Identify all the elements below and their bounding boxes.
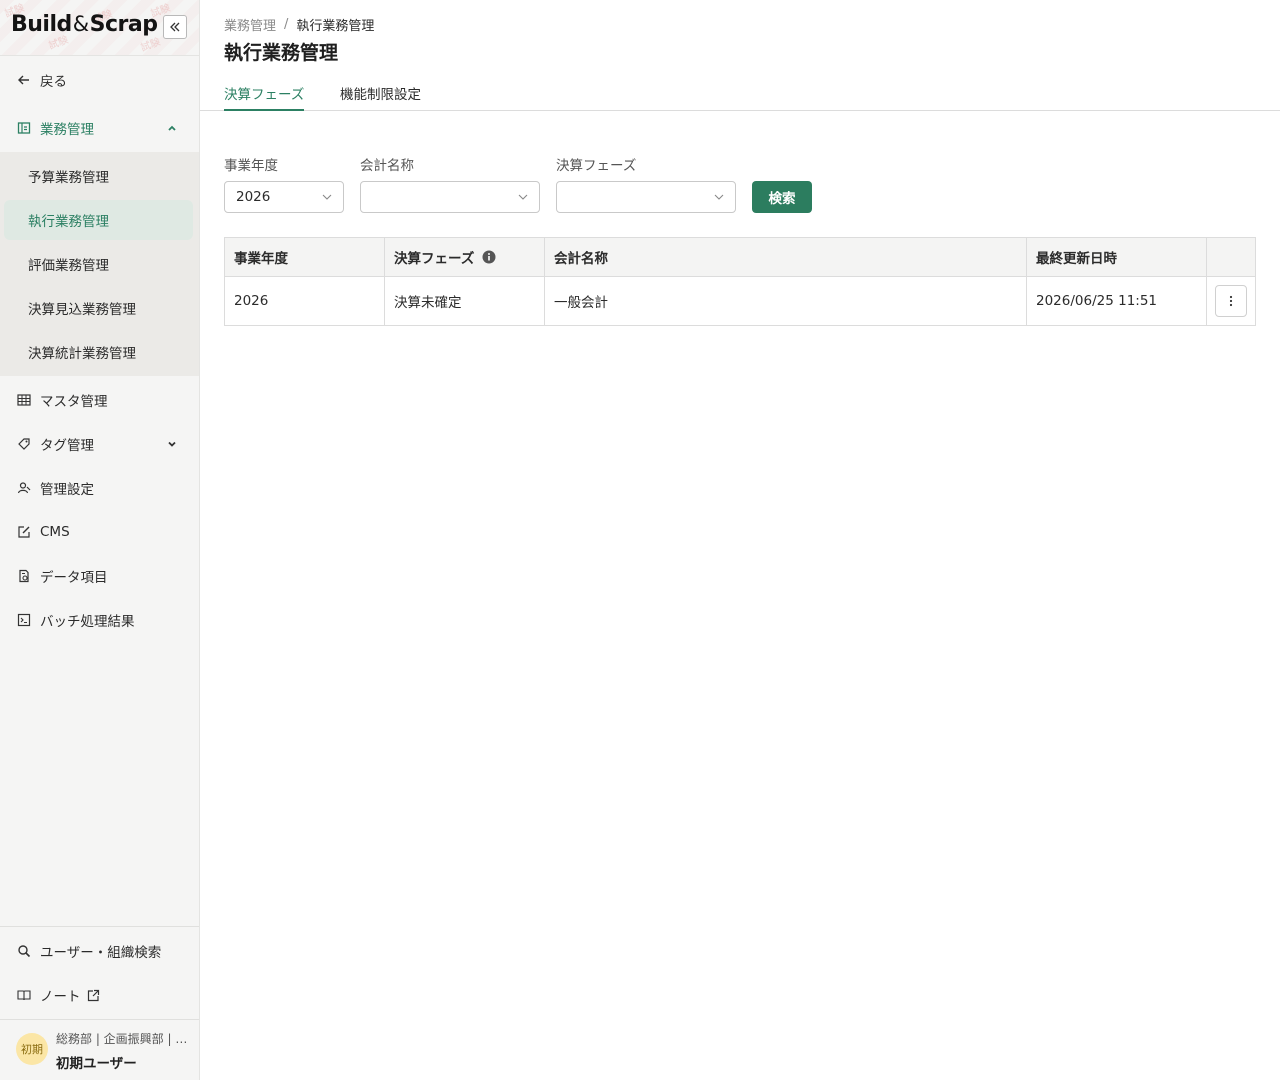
breadcrumb-separator: / (284, 17, 289, 32)
sidebar-group-master[interactable]: マスタ管理 (0, 378, 199, 422)
collapse-sidebar-button[interactable] (163, 15, 187, 39)
sidebar-group-label: データ項目 (40, 570, 108, 586)
data-item-icon (16, 568, 32, 584)
header-actions (1207, 238, 1255, 276)
header-settlement-phase: 決算フェーズ (385, 238, 545, 276)
tab-bar: 決算フェーズ 機能制限設定 (200, 76, 1280, 111)
terminal-icon (16, 612, 32, 628)
brand-header: 試験 試験 試験 試験 試験 Build&Scrap (0, 0, 199, 56)
chevron-down-icon (164, 436, 180, 452)
user-profile[interactable]: 初期 総務部 | 企画振興部 | … 初期ユーザー (0, 1019, 199, 1080)
sidebar-group-label: 管理設定 (40, 482, 94, 498)
sidebar-item-label: 評価業務管理 (28, 258, 109, 274)
search-icon (16, 943, 32, 959)
sidebar-item-label: 予算業務管理 (28, 170, 109, 186)
edit-icon (16, 524, 32, 540)
cell-settlement-phase: 決算未確定 (385, 277, 545, 325)
user-organization: 総務部 | 企画振興部 | … (56, 1032, 188, 1046)
calendar-list-icon (16, 120, 32, 136)
header-fiscal-year: 事業年度 (225, 238, 385, 276)
header-last-updated: 最終更新日時 (1027, 238, 1207, 276)
info-icon[interactable] (482, 250, 496, 264)
sidebar-subnav: 予算業務管理 執行業務管理 評価業務管理 決算見込業務管理 決算統計業務管理 (0, 152, 199, 376)
table-row: 2026 決算未確定 一般会計 2026/06/25 11:51 (225, 277, 1255, 325)
external-link-icon (87, 989, 100, 1002)
cell-last-updated: 2026/06/25 11:51 (1027, 277, 1207, 325)
sidebar-group-label: マスタ管理 (40, 394, 108, 410)
sidebar-group-data-items[interactable]: データ項目 (0, 554, 199, 598)
sidebar-item-settlement-forecast[interactable]: 決算見込業務管理 (4, 288, 193, 328)
sidebar-item-budget[interactable]: 予算業務管理 (4, 156, 193, 196)
sidebar-item-evaluation[interactable]: 評価業務管理 (4, 244, 193, 284)
account-name-label: 会計名称 (360, 158, 414, 174)
results-table: 事業年度 決算フェーズ 会計名称 最終更新日時 2026 決算未確定 一般会計 … (224, 237, 1256, 326)
fiscal-year-label: 事業年度 (224, 158, 278, 174)
search-button[interactable]: 検索 (752, 181, 812, 213)
notes-link[interactable]: ノート (0, 973, 199, 1017)
tab-function-restriction[interactable]: 機能制限設定 (340, 83, 421, 111)
header-account-name: 会計名称 (545, 238, 1027, 276)
chevron-down-icon (517, 191, 529, 203)
fiscal-year-value: 2026 (236, 189, 271, 205)
sidebar-item-execution[interactable]: 執行業務管理 (4, 200, 193, 240)
sidebar-group-label: バッチ処理結果 (40, 614, 135, 630)
arrow-left-icon (16, 72, 32, 88)
breadcrumb-current: 執行業務管理 (296, 19, 375, 34)
sidebar-group-batch[interactable]: バッチ処理結果 (0, 598, 199, 642)
sidebar-item-label: ユーザー・組織検索 (40, 945, 162, 961)
sidebar-group-label: CMS (40, 524, 70, 540)
user-org-search-link[interactable]: ユーザー・組織検索 (0, 929, 199, 973)
sidebar-group-business[interactable]: 業務管理 (0, 106, 199, 150)
sidebar-item-label: 決算統計業務管理 (28, 346, 136, 362)
sidebar-group-admin[interactable]: 管理設定 (0, 466, 199, 510)
user-settings-icon (16, 480, 32, 496)
sidebar-group-label: 業務管理 (40, 122, 94, 138)
sidebar-item-label: 決算見込業務管理 (28, 302, 136, 318)
table-icon (16, 392, 32, 408)
back-label: 戻る (40, 74, 67, 90)
tab-settlement-phase[interactable]: 決算フェーズ (224, 83, 305, 111)
user-name: 初期ユーザー (56, 1056, 137, 1072)
cell-fiscal-year: 2026 (225, 277, 385, 325)
sidebar-item-label: ノート (40, 989, 81, 1005)
row-menu-button[interactable] (1215, 285, 1247, 317)
sidebar: 試験 試験 試験 試験 試験 Build&Scrap 戻る 業務管理 予算業務管… (0, 0, 200, 1080)
chevron-down-icon (713, 191, 725, 203)
fiscal-year-select[interactable]: 2026 (224, 181, 344, 213)
tag-icon (16, 436, 32, 452)
sidebar-group-tag[interactable]: タグ管理 (0, 422, 199, 466)
sidebar-group-label: タグ管理 (40, 438, 94, 454)
back-link[interactable]: 戻る (0, 58, 199, 102)
header-label: 決算フェーズ (394, 251, 475, 267)
avatar: 初期 (16, 1033, 48, 1065)
settlement-phase-select[interactable] (556, 181, 736, 213)
settlement-phase-label: 決算フェーズ (556, 158, 637, 174)
book-icon (16, 987, 32, 1003)
sidebar-group-cms[interactable]: CMS (0, 510, 199, 554)
table-header: 事業年度 決算フェーズ 会計名称 最終更新日時 (225, 238, 1255, 277)
breadcrumb: 業務管理 / 執行業務管理 (224, 15, 374, 34)
divider (0, 926, 199, 927)
cell-account-name: 一般会計 (545, 277, 1027, 325)
account-name-select[interactable] (360, 181, 540, 213)
kebab-menu-icon (1229, 295, 1233, 307)
sidebar-item-label: 執行業務管理 (28, 214, 109, 230)
chevron-up-icon (164, 120, 180, 136)
brand-logo[interactable]: Build&Scrap (11, 12, 158, 37)
breadcrumb-parent[interactable]: 業務管理 (224, 15, 276, 34)
page-title: 執行業務管理 (224, 42, 339, 64)
cell-actions (1207, 277, 1255, 325)
chevron-down-icon (321, 191, 333, 203)
double-chevron-left-icon (170, 22, 180, 32)
sidebar-item-settlement-statistics[interactable]: 決算統計業務管理 (4, 332, 193, 372)
